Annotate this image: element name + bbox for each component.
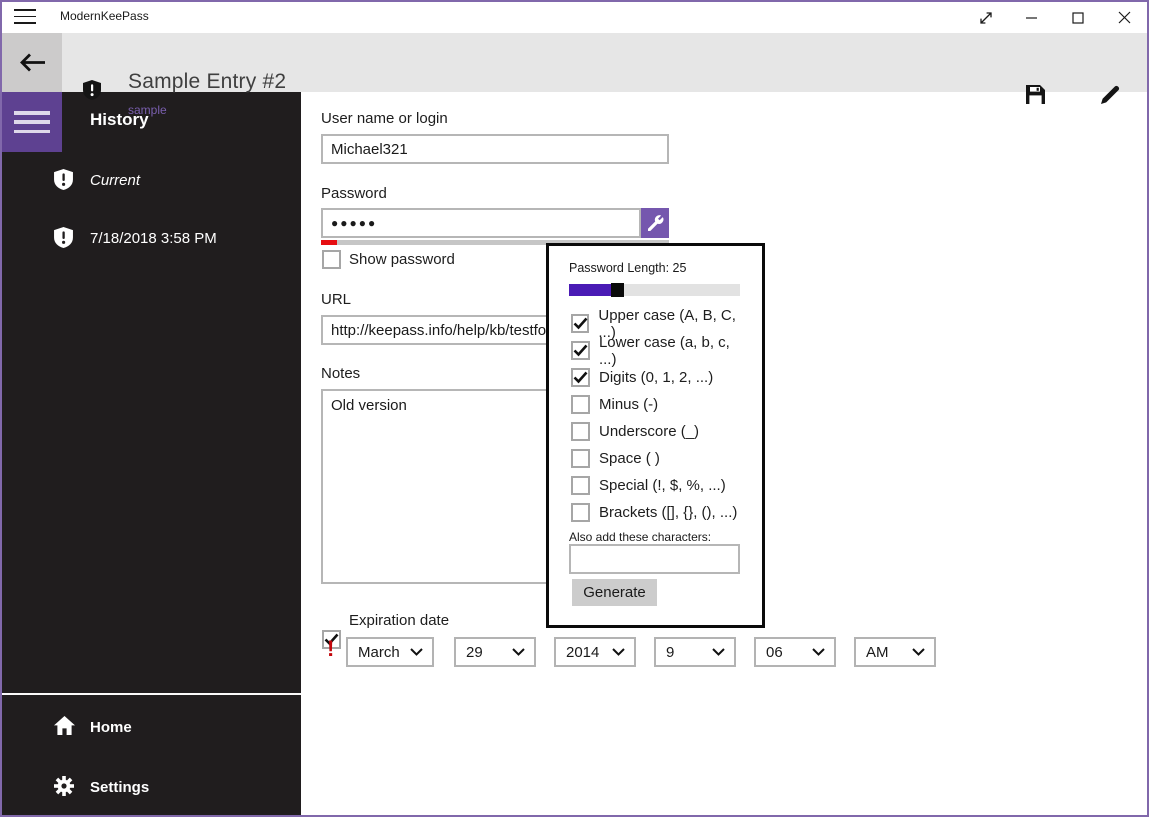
edit-pencil-icon [1101, 85, 1120, 104]
edit-button[interactable] [1101, 85, 1120, 109]
month-select-value: March [358, 643, 400, 661]
expiration-label: Expiration date [349, 612, 450, 629]
ampm-select-value: AM [866, 643, 889, 661]
password-generator-popup: Password Length: 25 Upper case (A, B, C,… [546, 243, 765, 628]
day-select-value: 29 [466, 643, 483, 661]
username-label: User name or login [321, 110, 448, 127]
maximize-button[interactable] [1055, 2, 1101, 33]
password-label: Password [321, 185, 387, 202]
also-add-label: Also add these characters: [569, 530, 712, 544]
option-label: Special (!, $, %, ...) [599, 477, 726, 494]
slider-thumb[interactable] [610, 283, 624, 297]
sidebar-item-label: Settings [90, 779, 150, 796]
digits-checkbox[interactable] [571, 368, 590, 387]
generate-button[interactable]: Generate [572, 579, 657, 606]
brackets-checkbox[interactable] [571, 503, 590, 522]
option-row-space: Space ( ) [571, 445, 751, 472]
option-label: Space ( ) [599, 450, 660, 467]
hamburger-icon [14, 111, 50, 133]
chevron-down-icon [812, 648, 825, 656]
save-floppy-icon [1026, 85, 1045, 104]
back-arrow-icon [19, 53, 45, 72]
minute-select-value: 06 [766, 643, 783, 661]
chevron-down-icon [612, 648, 625, 656]
save-button[interactable] [1026, 85, 1045, 109]
entry-group-subtitle[interactable]: sample [128, 103, 167, 117]
space-checkbox[interactable] [571, 449, 590, 468]
generate-password-button[interactable] [641, 208, 669, 238]
option-label: Brackets ([], {}, (), ...) [599, 504, 738, 521]
chevron-down-icon [410, 648, 423, 656]
titlebar: ModernKeePass [0, 0, 1149, 33]
password-length-label: Password Length: 25 [569, 261, 687, 275]
option-label: Underscore (_) [599, 423, 700, 440]
minimize-button[interactable] [1009, 2, 1055, 33]
lowercase-checkbox[interactable] [571, 341, 590, 360]
back-button[interactable] [2, 33, 62, 92]
entry-title: Sample Entry #2 [128, 70, 287, 93]
username-input[interactable] [321, 134, 669, 164]
option-row-underscore: Underscore (_) [571, 418, 751, 445]
sidebar-item-label: Home [90, 719, 132, 736]
checkmark-icon [573, 371, 588, 384]
option-row-brackets: Brackets ([], {}, (), ...) [571, 499, 751, 526]
fullscreen-button[interactable] [963, 2, 1009, 33]
expired-warning-icon: ! [327, 636, 335, 661]
url-label: URL [321, 291, 352, 308]
close-icon [1118, 11, 1130, 24]
app-header: Sample Entry #2 sample [0, 33, 1149, 117]
maximize-icon [1072, 11, 1084, 24]
gear-icon [54, 776, 74, 801]
option-row-lowercase: Lower case (a, b, c, ...) [571, 334, 751, 368]
sidebar: History Current 7/18/2018 3:58 PM Home S… [0, 92, 301, 817]
hour-select-value: 9 [666, 643, 675, 661]
underscore-checkbox[interactable] [571, 422, 590, 441]
sidebar-divider [0, 693, 301, 695]
password-length-slider[interactable] [569, 283, 740, 297]
shield-icon [54, 169, 73, 195]
entry-shield-icon [83, 80, 101, 105]
day-select[interactable]: 29 [454, 637, 536, 667]
show-password-label: Show password [349, 251, 455, 268]
year-select[interactable]: 2014 [554, 637, 636, 667]
uppercase-checkbox[interactable] [571, 314, 590, 333]
slider-fill [569, 284, 612, 296]
special-checkbox[interactable] [571, 476, 590, 495]
notes-label: Notes [321, 365, 361, 382]
minus-checkbox[interactable] [571, 395, 590, 414]
wrench-icon [647, 214, 663, 231]
history-item-label: 7/18/2018 3:58 PM [90, 230, 217, 247]
option-label: Minus (-) [599, 396, 659, 413]
chevron-down-icon [512, 648, 525, 656]
menu-hamburger-icon[interactable] [14, 9, 36, 24]
home-icon [54, 716, 75, 740]
option-row-minus: Minus (-) [571, 391, 751, 418]
hour-select[interactable]: 9 [654, 637, 736, 667]
year-select-value: 2014 [566, 643, 600, 661]
option-row-special: Special (!, $, %, ...) [571, 472, 751, 499]
also-add-input[interactable] [569, 544, 740, 574]
option-label: Lower case (a, b, c, ...) [598, 333, 730, 368]
minute-select[interactable]: 06 [754, 637, 836, 667]
close-button[interactable] [1101, 2, 1147, 33]
password-input[interactable] [321, 208, 641, 238]
minimize-icon [1026, 16, 1037, 19]
ampm-select[interactable]: AM [854, 637, 936, 667]
chevron-down-icon [912, 648, 925, 656]
app-title: ModernKeePass [60, 9, 149, 23]
checkmark-icon [573, 344, 588, 357]
show-password-checkbox[interactable] [322, 250, 341, 269]
checkmark-icon [573, 317, 588, 330]
nav-hamburger-button[interactable] [2, 92, 62, 152]
shield-icon [54, 227, 73, 253]
password-strength-fill [321, 240, 337, 245]
month-select[interactable]: March [346, 637, 434, 667]
option-label: Digits (0, 1, 2, ...) [599, 369, 714, 386]
chevron-down-icon [712, 648, 725, 656]
fullscreen-icon [980, 11, 992, 24]
history-item-label: Current [90, 172, 141, 189]
option-row-digits: Digits (0, 1, 2, ...) [571, 364, 751, 391]
